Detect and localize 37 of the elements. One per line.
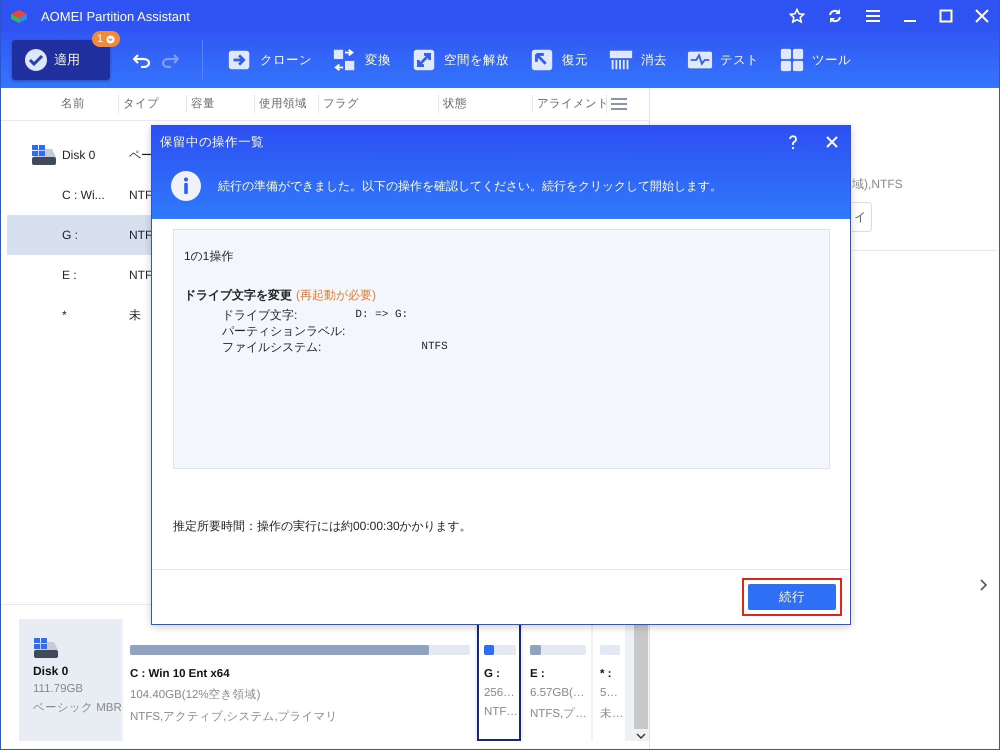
partition-type: NTF — [129, 228, 152, 242]
partition-size: 5… — [600, 687, 619, 699]
partition-name: C : Wi... — [62, 188, 106, 202]
partition-size: 6.57GB(… — [530, 687, 586, 699]
info-message: 続行の準備ができました。以下の操作を確認してください。続行をクリックして開始します。 — [218, 178, 722, 194]
operation-title: ドライブ文字を変更 — [184, 287, 292, 304]
detail-label: ドライブ文字: — [222, 306, 298, 324]
operation-count: 1の1操作 — [184, 248, 234, 265]
dialog-title: 保留中の操作一覧 — [160, 134, 264, 150]
estimated-time: 推定所要時間：操作の実行には約00:00:30かかります。 — [173, 518, 473, 535]
partition-type: NTF — [129, 188, 152, 202]
partition-info: NTF… — [484, 706, 516, 718]
partition-label: E : — [530, 668, 546, 680]
partition-name: * — [62, 308, 68, 322]
partition-info: 未… — [600, 706, 620, 721]
partition-info: NTFS,アクティブ,システム,プライマリ — [130, 709, 339, 724]
partition-type: 未 — [129, 306, 141, 324]
partition-type: NTF — [129, 268, 152, 282]
partition-name: E : — [62, 268, 78, 282]
partition-size: 256… — [484, 687, 516, 699]
partition-details: 域),NTFS — [852, 176, 903, 193]
disk-name: Disk 0 — [33, 664, 70, 678]
disk-size: 111.79GB — [33, 683, 84, 695]
partition-name: G : — [62, 228, 80, 242]
restart-note: (再起動が必要) — [296, 287, 376, 304]
partition-label: G : — [484, 668, 501, 680]
detail-value: D: => G: — [355, 309, 408, 321]
partition-name: Disk 0 — [62, 148, 96, 162]
partition-size: 104.40GB(12%空き領域) — [130, 687, 262, 702]
detail-label: パーティションラベル: — [222, 322, 346, 340]
window-title: AOMEI Partition Assistant — [41, 8, 190, 24]
partition-label: C : Win 10 Ent x64 — [130, 668, 231, 680]
disk-type: ベーシック MBR — [33, 701, 121, 715]
partition-info: NTFS,プ… — [530, 706, 586, 721]
detail-value: NTFS — [421, 341, 448, 353]
partition-label: * : — [600, 668, 612, 680]
detail-label: ファイルシステム: — [222, 338, 322, 356]
